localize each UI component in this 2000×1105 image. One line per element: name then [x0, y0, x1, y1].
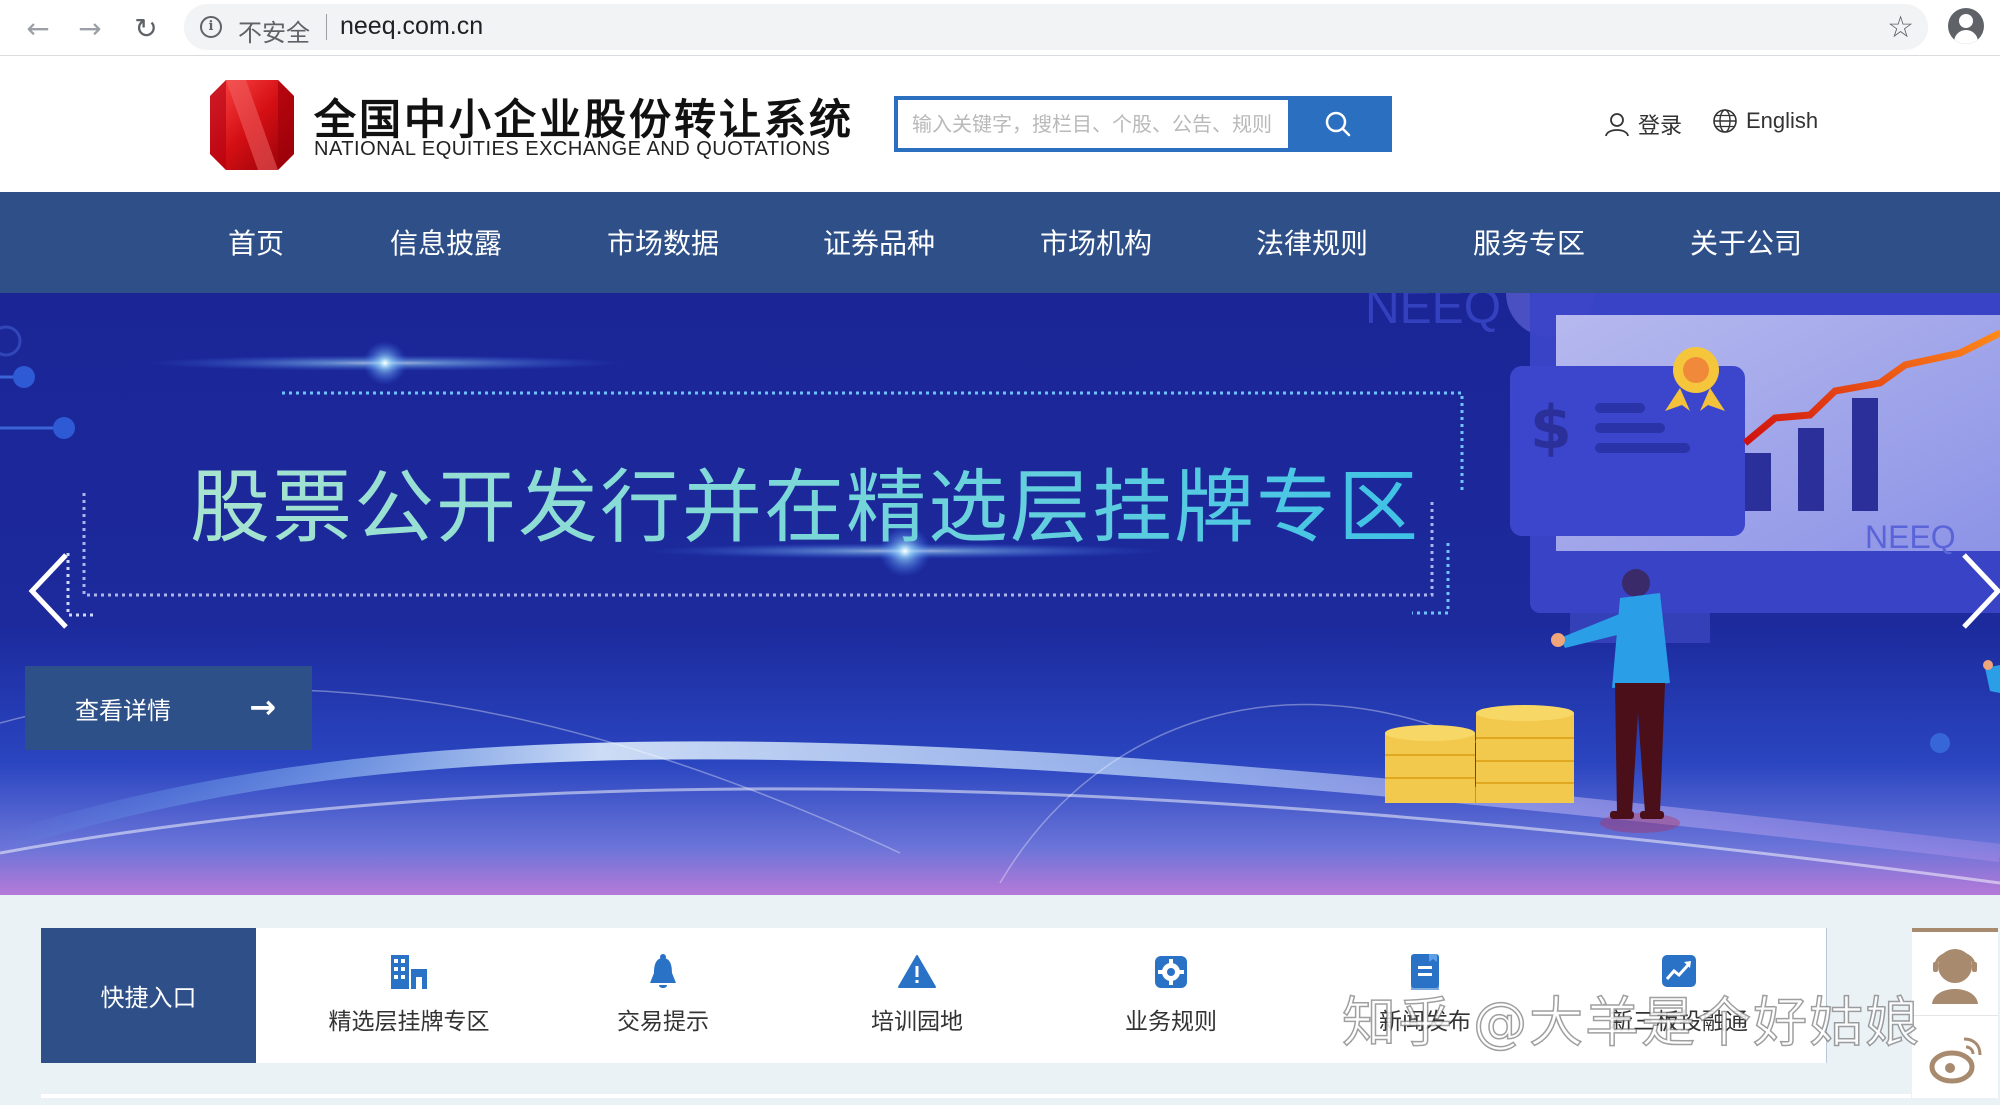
browser-toolbar: ← → ↻ i 不安全 neeq.com.cn ☆	[0, 0, 2000, 56]
document-icon	[1411, 954, 1439, 990]
quick-entry-label: 精选层挂牌专区	[328, 1009, 490, 1035]
arrow-right-icon: →	[78, 11, 102, 45]
login-label: 登录	[1638, 114, 1683, 139]
divider	[326, 14, 327, 40]
quick-entry-bar: 快捷入口 精选层挂牌专区 交易提示 培训园地 业务规则 新闻发布 新三板投融通	[41, 928, 1827, 1063]
login-link[interactable]: 登录	[1604, 108, 1682, 140]
language-label: English	[1746, 108, 1819, 133]
quick-entry-item-selected-tier[interactable]: 精选层挂牌专区	[282, 928, 536, 1063]
view-details-button[interactable]: 查看详情 →	[25, 666, 312, 750]
account-circle-icon[interactable]	[1948, 8, 1984, 44]
arrow-right-icon: →	[249, 688, 276, 726]
divider	[1826, 928, 1827, 1063]
security-label[interactable]: 不安全	[238, 13, 310, 48]
warning-icon	[898, 955, 936, 988]
quick-entry-item-news[interactable]: 新闻发布	[1298, 928, 1552, 1063]
weibo-icon	[1929, 1037, 1982, 1084]
svg-text:$: $	[1530, 393, 1572, 463]
trend-chart-icon	[1662, 955, 1696, 987]
search-input[interactable]	[898, 100, 1290, 148]
info-icon[interactable]: i	[200, 16, 222, 38]
user-icon	[1605, 113, 1629, 137]
reload-icon: ↻	[134, 11, 158, 45]
back-button[interactable]: ←	[20, 10, 56, 46]
address-bar[interactable]: i 不安全 neeq.com.cn ☆	[184, 4, 1928, 50]
quick-entry-item-business-rules[interactable]: 业务规则	[1044, 928, 1298, 1063]
nav-item-home[interactable]: 首页	[228, 222, 284, 262]
nav-item-securities[interactable]: 证券品种	[823, 222, 935, 262]
quick-entry-heading: 快捷入口	[41, 928, 256, 1063]
weibo-button[interactable]	[1912, 1017, 1998, 1101]
customer-service-button[interactable]	[1912, 932, 1998, 1016]
quick-entry-label: 培训园地	[871, 1009, 963, 1035]
globe-icon	[1713, 109, 1737, 133]
arrow-left-icon: ←	[26, 11, 50, 45]
nav-item-institutions[interactable]: 市场机构	[1040, 222, 1152, 262]
banner-title[interactable]: 股票公开发行并在精选层挂牌专区	[190, 443, 1420, 559]
building-icon	[391, 955, 427, 989]
quick-entry-item-training[interactable]: 培训园地	[790, 928, 1044, 1063]
quick-entry-label: 新三板投融通	[1610, 1009, 1748, 1035]
quick-entry-item-trading-tips[interactable]: 交易提示	[536, 928, 790, 1063]
language-switch[interactable]: English	[1712, 108, 1818, 134]
nav-item-services[interactable]: 服务专区	[1473, 222, 1585, 262]
search-icon	[1325, 111, 1351, 137]
quick-entry-label: 交易提示	[617, 1009, 709, 1035]
search-button[interactable]	[1288, 100, 1388, 148]
quick-entry-item-investment-platform[interactable]: 新三板投融通	[1552, 928, 1806, 1063]
gear-icon	[1155, 956, 1187, 988]
nav-item-rules[interactable]: 法律规则	[1256, 222, 1368, 262]
logo-title-en[interactable]: NATIONAL EQUITIES EXCHANGE AND QUOTATION…	[314, 138, 831, 161]
nav-item-disclosure[interactable]: 信息披露	[390, 222, 502, 262]
chevron-left-icon[interactable]	[26, 551, 76, 631]
svg-text:NEEQ: NEEQ	[1865, 519, 1956, 555]
site-header: 全国中小企业股份转让系统 NATIONAL EQUITIES EXCHANGE …	[0, 56, 2000, 192]
nav-item-market-data[interactable]: 市场数据	[607, 222, 719, 262]
chevron-right-icon[interactable]	[1956, 551, 2000, 631]
hero-carousel[interactable]: NEEQ $ NEEQ 股票公开发行并在精选层挂牌专区 查看详情 →	[0, 293, 2000, 895]
quick-entry-label: 新闻发布	[1379, 1009, 1471, 1035]
quick-entry-label: 业务规则	[1125, 1009, 1217, 1035]
view-details-label: 查看详情	[75, 696, 171, 725]
banner-illustration: NEEQ $ NEEQ	[0, 293, 2000, 885]
url-text[interactable]: neeq.com.cn	[340, 12, 483, 41]
forward-button[interactable]: →	[72, 10, 108, 46]
main-navigation: 首页 信息披露 市场数据 证券品种 市场机构 法律规则 服务专区 关于公司	[0, 192, 2000, 293]
content-cards-edge	[41, 1094, 1911, 1098]
svg-text:NEEQ: NEEQ	[1365, 293, 1501, 334]
logo-icon[interactable]	[210, 80, 294, 170]
customer-service-icon	[1932, 949, 1978, 1004]
floating-service-panel	[1912, 928, 1998, 1098]
bell-icon	[650, 954, 676, 988]
reload-button[interactable]: ↻	[128, 10, 164, 46]
star-icon[interactable]: ☆	[1887, 10, 1914, 45]
search-box	[894, 96, 1392, 152]
nav-item-about[interactable]: 关于公司	[1690, 222, 1802, 262]
